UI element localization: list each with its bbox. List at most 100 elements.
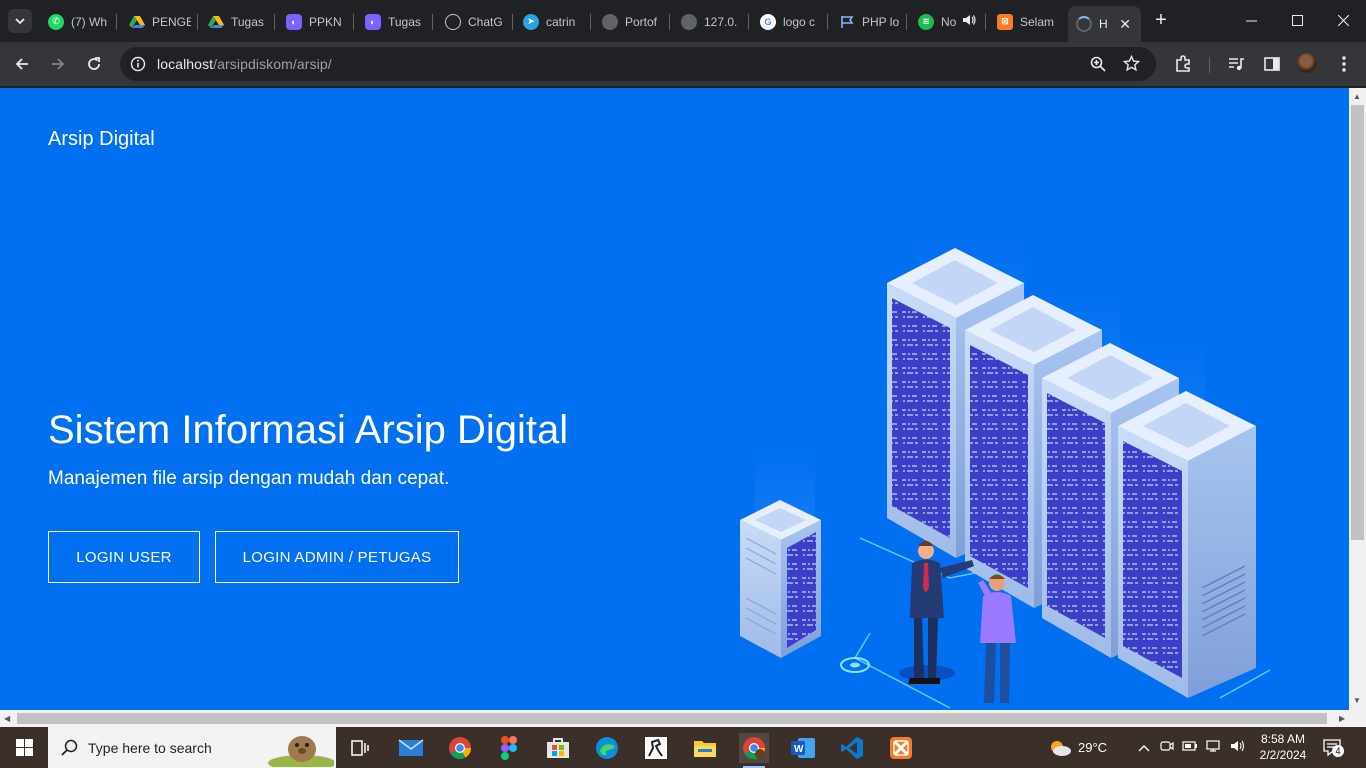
side-panel-icon [1264,57,1280,71]
close-icon [1337,14,1349,26]
navbar-brand[interactable]: Arsip Digital [48,128,155,151]
close-window-button[interactable] [1320,0,1366,40]
battery-icon[interactable] [1182,740,1198,755]
reload-button[interactable] [82,52,106,76]
address-bar[interactable]: localhost/arsipdiskom/arsip/ [120,47,1156,81]
more-vertical-icon [1342,56,1346,72]
minimize-icon [1245,20,1257,21]
partly-cloudy-icon [1051,740,1071,756]
login-admin-button[interactable]: LOGIN ADMIN / PETUGAS [215,531,459,583]
capture-app[interactable] [641,733,671,763]
extensions-button[interactable] [1171,52,1195,76]
chevron-down-icon [15,18,25,25]
zoom-icon[interactable] [1090,56,1106,77]
login-user-button[interactable]: LOGIN USER [48,531,200,583]
mail-icon [398,739,424,756]
maximize-button[interactable] [1274,0,1320,40]
maximize-icon [1291,14,1303,26]
folder-icon [694,741,716,757]
tab-chatgpt[interactable]: ChatG [437,7,507,36]
word-app[interactable]: W [788,733,818,763]
system-tray [1132,727,1250,768]
telegram-icon: ➤ [523,13,539,30]
puzzle-icon [1176,55,1190,72]
reload-icon [88,57,100,70]
microsoft-store-app[interactable] [543,733,573,763]
tab-drive-1[interactable]: PENGE [121,7,191,36]
audio-playing-icon[interactable] [962,13,976,30]
globe-icon [602,13,618,30]
dinosaur-icon [645,737,667,759]
edge-app[interactable] [592,733,622,763]
arrow-left-icon [15,58,28,70]
network-icon[interactable] [1206,739,1222,756]
weather-widget[interactable]: 29°C [1048,727,1107,768]
media-control-button[interactable] [1224,52,1248,76]
svg-text:W: W [794,744,804,755]
tab-drive-2[interactable]: Tugas [200,7,270,36]
url-text[interactable]: localhost/arsipdiskom/arsip/ [157,56,332,72]
xampp-icon: ⊠ [997,13,1013,30]
bookmark-star-icon[interactable] [1122,54,1141,77]
close-tab-icon[interactable]: ✕ [1119,16,1131,33]
small-server-rack [740,500,821,658]
tab-search-button[interactable] [8,9,32,33]
notification-center-button[interactable]: 4 [1322,737,1344,762]
hero-subtitle: Manajemen file arsip dengan mudah dan ce… [48,468,450,489]
meet-now-icon[interactable] [1160,739,1174,756]
site-info-icon[interactable] [130,56,146,77]
forward-button[interactable] [46,52,70,76]
tab-classroom-2[interactable]: ◐ Tugas [357,7,427,36]
xampp-icon [890,737,912,759]
arrow-right-icon [52,58,65,70]
vscode-app[interactable] [837,733,867,763]
store-icon [547,738,569,758]
chevron-up-icon[interactable] [1138,740,1150,755]
minimize-button[interactable] [1228,0,1274,40]
xampp-app[interactable] [886,733,916,763]
tab-xampp[interactable]: ⊠ Selam [989,7,1059,36]
taskbar-search-box[interactable]: Type here to search [48,727,336,768]
drive-icon [129,14,145,30]
search-highlight-icon [262,729,336,768]
horizontal-scroll-thumb[interactable] [17,713,1327,724]
tab-php[interactable]: PHP lo [831,7,901,36]
scroll-down-icon[interactable]: ▼ [1353,696,1361,705]
volume-icon[interactable] [1230,739,1246,756]
tab-localhost-ip[interactable]: 127.0. [673,7,743,36]
clock-date: 2/2/2024 [1259,748,1307,762]
task-view-button[interactable] [345,733,375,763]
spotify-icon: ≋ [918,13,934,30]
vertical-scroll-thumb[interactable] [1351,105,1364,540]
mail-app[interactable] [396,733,426,763]
queue-music-icon [1229,58,1244,71]
task-view-icon [351,740,369,756]
file-explorer-app[interactable] [690,733,720,763]
tab-whatsapp[interactable]: ✆ (7) Wh [40,7,110,36]
tab-spotify[interactable]: ≋ No [910,7,982,36]
tab-portfolio[interactable]: Portof [594,7,664,36]
side-panel-button[interactable] [1260,52,1284,76]
notification-badge: 4 [1332,745,1344,757]
server-rack-4 [1118,391,1256,698]
chrome-running-app[interactable] [739,733,769,768]
start-button[interactable] [0,727,48,768]
chrome-menu-button[interactable] [1332,52,1356,76]
scroll-left-icon[interactable]: ◀ [4,714,10,723]
scroll-right-icon[interactable]: ▶ [1339,714,1345,723]
profile-avatar[interactable] [1297,53,1317,73]
back-button[interactable] [10,52,34,76]
tab-telegram[interactable]: ➤ catrin [515,7,585,36]
google-icon: G [760,13,776,30]
tab-classroom-1[interactable]: ◐ PPKN [278,7,348,36]
scroll-up-icon[interactable]: ▲ [1353,92,1361,101]
tab-active[interactable]: H ✕ [1068,6,1141,42]
new-tab-button[interactable]: + [1150,9,1172,31]
windows-taskbar: Type here to search W 29°C 8:58 AM 2/2/2… [0,727,1366,768]
taskbar-clock[interactable]: 8:58 AM 2/2/2024 [1252,731,1314,763]
word-icon: W [791,738,815,758]
chrome-app[interactable] [445,733,475,763]
windows-logo-icon [15,739,33,756]
tab-google-search[interactable]: Glogo c [752,7,822,36]
figma-app[interactable] [494,733,524,763]
